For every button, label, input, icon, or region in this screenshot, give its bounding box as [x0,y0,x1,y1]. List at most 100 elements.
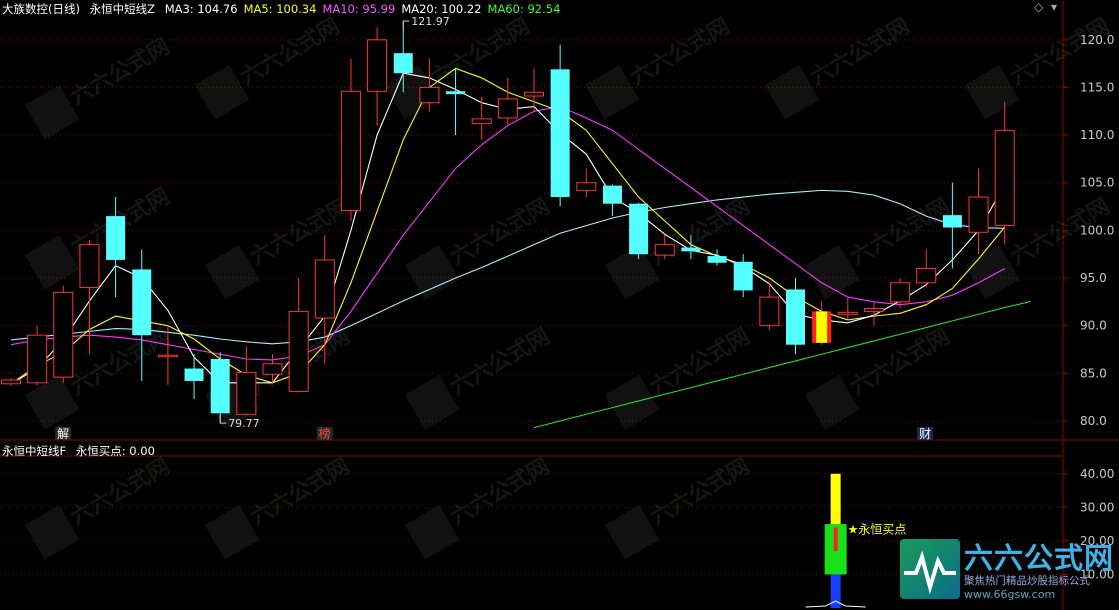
chart-stage[interactable]: 六六公式网 六六公式网 六六公式网 六六公式网 六六公式网 六六公式网六六公式网 六六公式网… [0,0,1119,610]
signal-value: 永恒买点: 0.00 [75,444,155,458]
candle-body [446,91,466,95]
candle[interactable] [733,254,753,298]
event-marker[interactable]: 榜 [319,426,331,441]
candle[interactable] [707,249,727,266]
candle-body [367,39,388,92]
candle-body [654,244,675,256]
candle[interactable] [602,184,622,217]
candle-body [157,354,178,358]
candle[interactable] [524,68,544,112]
price-tick-label: 120.0 [1080,33,1114,47]
main-header: 大族数控(日线) 永恒中短线Z MA3: 104.76 MA5: 100.34 MA… [2,1,560,17]
watermark-tile: 六六公式网 [604,454,754,560]
candle[interactable] [340,58,361,221]
signal-candle-core [816,311,828,343]
candle-body [419,86,440,104]
candle-body [890,282,911,303]
candle[interactable] [576,168,597,198]
candle[interactable] [629,202,649,259]
candle[interactable] [471,96,492,140]
sub-indicator-name[interactable]: 永恒中短线F [2,444,66,458]
candle-body [576,182,597,191]
candle-body [681,247,701,252]
watermark-text: 六六公式网 [66,454,174,531]
candle[interactable] [210,352,230,423]
low-price-label: 79.77 [228,417,260,430]
watermark-layer: 六六公式网 六六公式网 六六公式网 六六公式网 六六公式网 六六公式网六六公式网 六六公式网… [24,14,1114,560]
price-tick-label: 105.0 [1080,176,1114,190]
watermark-text: 六六公式网 [626,14,734,91]
candle-body [106,216,126,260]
price-tick-label: 115.0 [1080,80,1114,94]
watermark-tile: 六六公式网 [604,324,754,430]
candle-body [393,53,413,74]
candle-body [942,215,962,228]
candle[interactable] [236,346,257,416]
watermark-text: 六六公式网 [66,34,174,111]
watermark-tile: 六六公式网 [24,454,174,560]
candle[interactable] [916,249,937,288]
candle[interactable] [786,278,805,355]
watermark-text: 六六公式网 [446,324,554,401]
buy-point-label: ★永恒买点 [848,522,907,536]
watermark-tile: 六六公式网 [584,14,734,120]
sub-tick-label: 30.00 [1080,500,1114,514]
watermark-text: 六六公式网 [846,324,954,401]
watermark-tile: 六六公式网 [764,14,914,120]
diamond-icon[interactable]: ◇ [1034,0,1043,14]
candle[interactable] [968,168,989,255]
collapse-icon[interactable]: ▾ [1051,0,1057,14]
candle[interactable] [759,282,780,331]
candle-body [707,256,727,263]
candle-body [471,118,492,125]
brand-logo: 六六公式网 聚焦热门精品炒股指标公式 www.66gsw.com [900,537,1115,603]
candle-body [236,371,257,415]
candle[interactable] [79,239,100,355]
candle-body [916,267,937,284]
candle-body [288,310,309,392]
stock-title[interactable]: 大族数控(日线) [2,2,80,16]
candle-body [314,259,335,319]
event-marker[interactable]: 解 [57,427,69,441]
candle-body [759,296,780,327]
brand-url: www.66gsw.com [964,588,1056,601]
ma-label: MA20: 100.22 [401,2,482,16]
candle-body [602,185,622,204]
candle-body [132,269,152,336]
candle[interactable] [288,278,309,393]
event-marker[interactable]: 财 [919,427,931,441]
candle-body [210,359,230,414]
logo-mark-icon [900,539,960,599]
candle-body [524,91,544,97]
watermark-tile: 六六公式网 [24,34,174,140]
candle[interactable] [27,325,48,386]
candle-body [550,69,570,198]
candle-body [340,90,361,211]
watermark-text: 六六公式网 [646,324,754,401]
watermark-text: 六六公式网 [1006,14,1114,91]
candle[interactable] [837,297,858,319]
candle[interactable] [497,77,518,126]
watermark-text: 六六公式网 [846,194,954,271]
ma-values: MA3: 104.76 MA5: 100.34 MA10: 95.99 MA20: 1… [159,2,561,16]
indicator-name[interactable]: 永恒中短线Z [90,2,155,16]
watermark-text: 六六公式网 [246,454,354,531]
candle-body [837,311,858,315]
candle-body [629,203,649,255]
candle[interactable] [863,301,884,326]
candle[interactable] [184,354,204,400]
candle-body [994,129,1015,227]
candle[interactable] [550,44,570,207]
candle[interactable] [53,285,74,383]
watermark-tile: 六六公式网 [964,14,1114,120]
watermark-tile: 六六公式网 [24,184,174,290]
candle[interactable] [942,182,962,269]
candle[interactable] [367,27,388,126]
price-tick-label: 80.0 [1080,414,1107,428]
price-tick-label: 90.0 [1080,319,1107,333]
candle-body [863,308,884,312]
candle-body [27,334,48,384]
candle-body [1,379,21,385]
price-tick-label: 95.0 [1080,271,1107,285]
candle[interactable] [994,101,1015,245]
